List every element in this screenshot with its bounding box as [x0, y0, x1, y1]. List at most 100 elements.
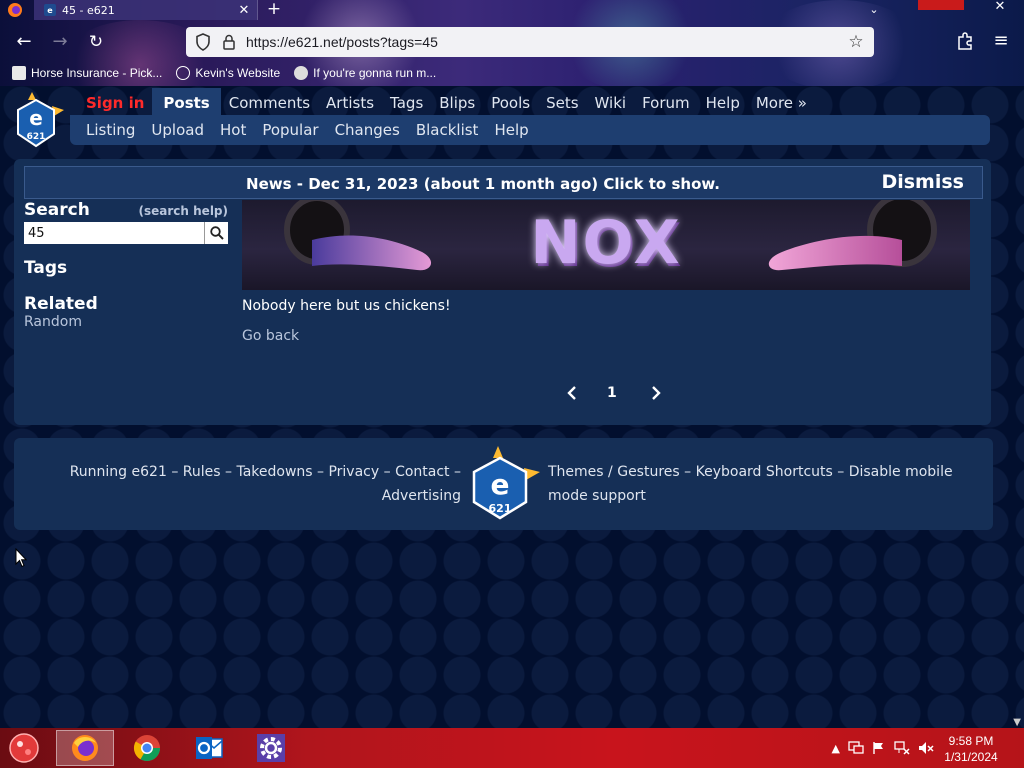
search-heading: Search	[24, 200, 90, 220]
news-banner[interactable]: News - Dec 31, 2023 (about 1 month ago) …	[24, 166, 983, 199]
bookmark-star-icon[interactable]: ☆	[846, 32, 866, 52]
bookmark-item[interactable]: Horse Insurance - Pick...	[12, 66, 162, 80]
page-content: e 621 Sign in Posts Comments Artists Tag…	[0, 86, 1024, 728]
nav-artists[interactable]: Artists	[318, 88, 382, 118]
speaker-muted-icon[interactable]	[918, 741, 934, 755]
tracking-protection-shield-icon[interactable]	[194, 33, 212, 51]
navigation-toolbar: ← → ↻ https://e621.net/posts?tags=45 ☆ ≡	[0, 24, 1024, 60]
browser-chrome: e 45 - e621 ✕ + ⌄ ✕ ← → ↻ https://e621.n…	[0, 0, 1024, 86]
svg-text:621: 621	[489, 502, 512, 515]
subnav-upload[interactable]: Upload	[143, 121, 212, 139]
nav-more[interactable]: More »	[748, 88, 815, 118]
url-text[interactable]: https://e621.net/posts?tags=45	[246, 34, 846, 50]
tab-close-icon[interactable]: ✕	[237, 3, 251, 18]
footer: Running e621 – Rules – Takedowns – Priva…	[14, 438, 993, 530]
address-bar[interactable]: https://e621.net/posts?tags=45 ☆	[186, 27, 874, 57]
browser-tab[interactable]: e 45 - e621 ✕	[34, 0, 258, 20]
banner-text: NOX	[530, 208, 682, 278]
windows-taskbar: ▲ 9:58 PM 1/31/2024	[0, 728, 1024, 768]
action-center-flag-icon[interactable]	[872, 741, 886, 755]
scroll-down-arrow-icon[interactable]: ▼	[1013, 717, 1021, 728]
footer-contact-link[interactable]: Contact	[395, 464, 449, 480]
nav-comments[interactable]: Comments	[221, 88, 318, 118]
nav-posts[interactable]: Posts	[152, 88, 221, 118]
extensions-puzzle-icon[interactable]	[954, 30, 976, 52]
subnav-hot[interactable]: Hot	[212, 121, 254, 139]
sidebar: Search (search help) Tags Related Random	[24, 200, 228, 330]
footer-privacy-link[interactable]: Privacy	[328, 464, 379, 480]
forward-button[interactable]: →	[48, 30, 72, 54]
horse-favicon-icon	[12, 66, 26, 80]
new-tab-button[interactable]: +	[264, 0, 284, 20]
footer-right-links: Themes / Gestures – Keyboard Shortcuts –…	[548, 460, 988, 508]
nav-forum[interactable]: Forum	[634, 88, 698, 118]
separator: –	[225, 464, 237, 480]
nav-sets[interactable]: Sets	[538, 88, 586, 118]
footer-running-e621[interactable]: Running e621	[70, 464, 167, 480]
go-back-link[interactable]: Go back	[242, 328, 299, 344]
nav-help[interactable]: Help	[698, 88, 748, 118]
previous-page-icon[interactable]	[564, 383, 580, 403]
footer-keyboard-shortcuts-link[interactable]: Keyboard Shortcuts	[696, 464, 833, 480]
start-button[interactable]	[4, 730, 44, 766]
tab-title: 45 - e621	[62, 3, 115, 17]
footer-logo[interactable]: e 621	[468, 446, 540, 526]
subnav-listing[interactable]: Listing	[78, 121, 143, 139]
next-page-icon[interactable]	[648, 383, 664, 403]
e621-favicon-icon: e	[44, 4, 56, 16]
search-button[interactable]	[204, 222, 228, 244]
lock-icon[interactable]	[222, 34, 236, 50]
clock-time: 9:58 PM	[948, 734, 994, 748]
footer-themes-link[interactable]: Themes	[548, 464, 604, 480]
window-minimize-button[interactable]	[918, 0, 964, 10]
svg-text:621: 621	[27, 132, 46, 142]
hamburger-menu-icon[interactable]: ≡	[990, 30, 1012, 52]
chrome-icon	[133, 735, 161, 762]
mouse-cursor-icon	[15, 548, 27, 568]
nav-pools[interactable]: Pools	[483, 88, 538, 118]
bookmark-item[interactable]: If you're gonna run m...	[294, 66, 436, 80]
random-link[interactable]: Random	[24, 314, 228, 330]
network-status-icon[interactable]	[894, 741, 910, 755]
footer-advertising-link[interactable]: Advertising	[382, 488, 461, 504]
nav-blips[interactable]: Blips	[431, 88, 483, 118]
search-help-link[interactable]: (search help)	[139, 204, 228, 218]
search-input[interactable]	[24, 222, 204, 244]
ad-banner[interactable]: NOX	[242, 200, 970, 290]
search-icon	[209, 226, 224, 240]
bookmark-item[interactable]: Kevin's Website	[176, 66, 280, 80]
nav-wiki[interactable]: Wiki	[587, 88, 635, 118]
svg-text:e: e	[491, 468, 510, 501]
dismiss-news-button[interactable]: Dismiss	[881, 171, 964, 193]
site-logo[interactable]: e 621	[14, 92, 66, 148]
pagination: 1	[560, 383, 670, 405]
network-computer-icon[interactable]	[848, 741, 864, 755]
firefox-menu-icon[interactable]	[4, 1, 26, 19]
clock-date: 1/31/2024	[944, 750, 998, 764]
subnav-changes[interactable]: Changes	[327, 121, 408, 139]
back-button[interactable]: ←	[12, 30, 36, 54]
subnav-help[interactable]: Help	[486, 121, 536, 139]
subnav-popular[interactable]: Popular	[254, 121, 326, 139]
taskbar-settings[interactable]	[242, 730, 300, 766]
taskbar-outlook[interactable]	[180, 730, 238, 766]
window-close-button[interactable]: ✕	[990, 0, 1010, 14]
nav-sign-in[interactable]: Sign in	[70, 88, 152, 118]
subnav-blacklist[interactable]: Blacklist	[408, 121, 487, 139]
system-clock[interactable]: 9:58 PM 1/31/2024	[936, 733, 1006, 765]
nav-tags[interactable]: Tags	[382, 88, 431, 118]
reload-button[interactable]: ↻	[84, 30, 108, 54]
footer-gestures-link[interactable]: Gestures	[617, 464, 679, 480]
bookmark-label: Horse Insurance - Pick...	[31, 66, 163, 80]
globe-icon	[176, 66, 191, 80]
taskbar-firefox[interactable]	[56, 730, 114, 766]
taskbar-chrome[interactable]	[118, 730, 176, 766]
footer-takedowns-link[interactable]: Takedowns	[236, 464, 312, 480]
footer-rules-link[interactable]: Rules	[183, 464, 221, 480]
show-hidden-icons-icon[interactable]: ▲	[832, 742, 840, 755]
page-scrollbar[interactable]: ▼	[1010, 86, 1024, 728]
list-all-tabs-icon[interactable]: ⌄	[864, 0, 884, 20]
current-page-number: 1	[607, 385, 617, 401]
news-text[interactable]: News - Dec 31, 2023 (about 1 month ago) …	[25, 175, 941, 193]
posts-subnavigation: Listing Upload Hot Popular Changes Black…	[70, 115, 990, 145]
